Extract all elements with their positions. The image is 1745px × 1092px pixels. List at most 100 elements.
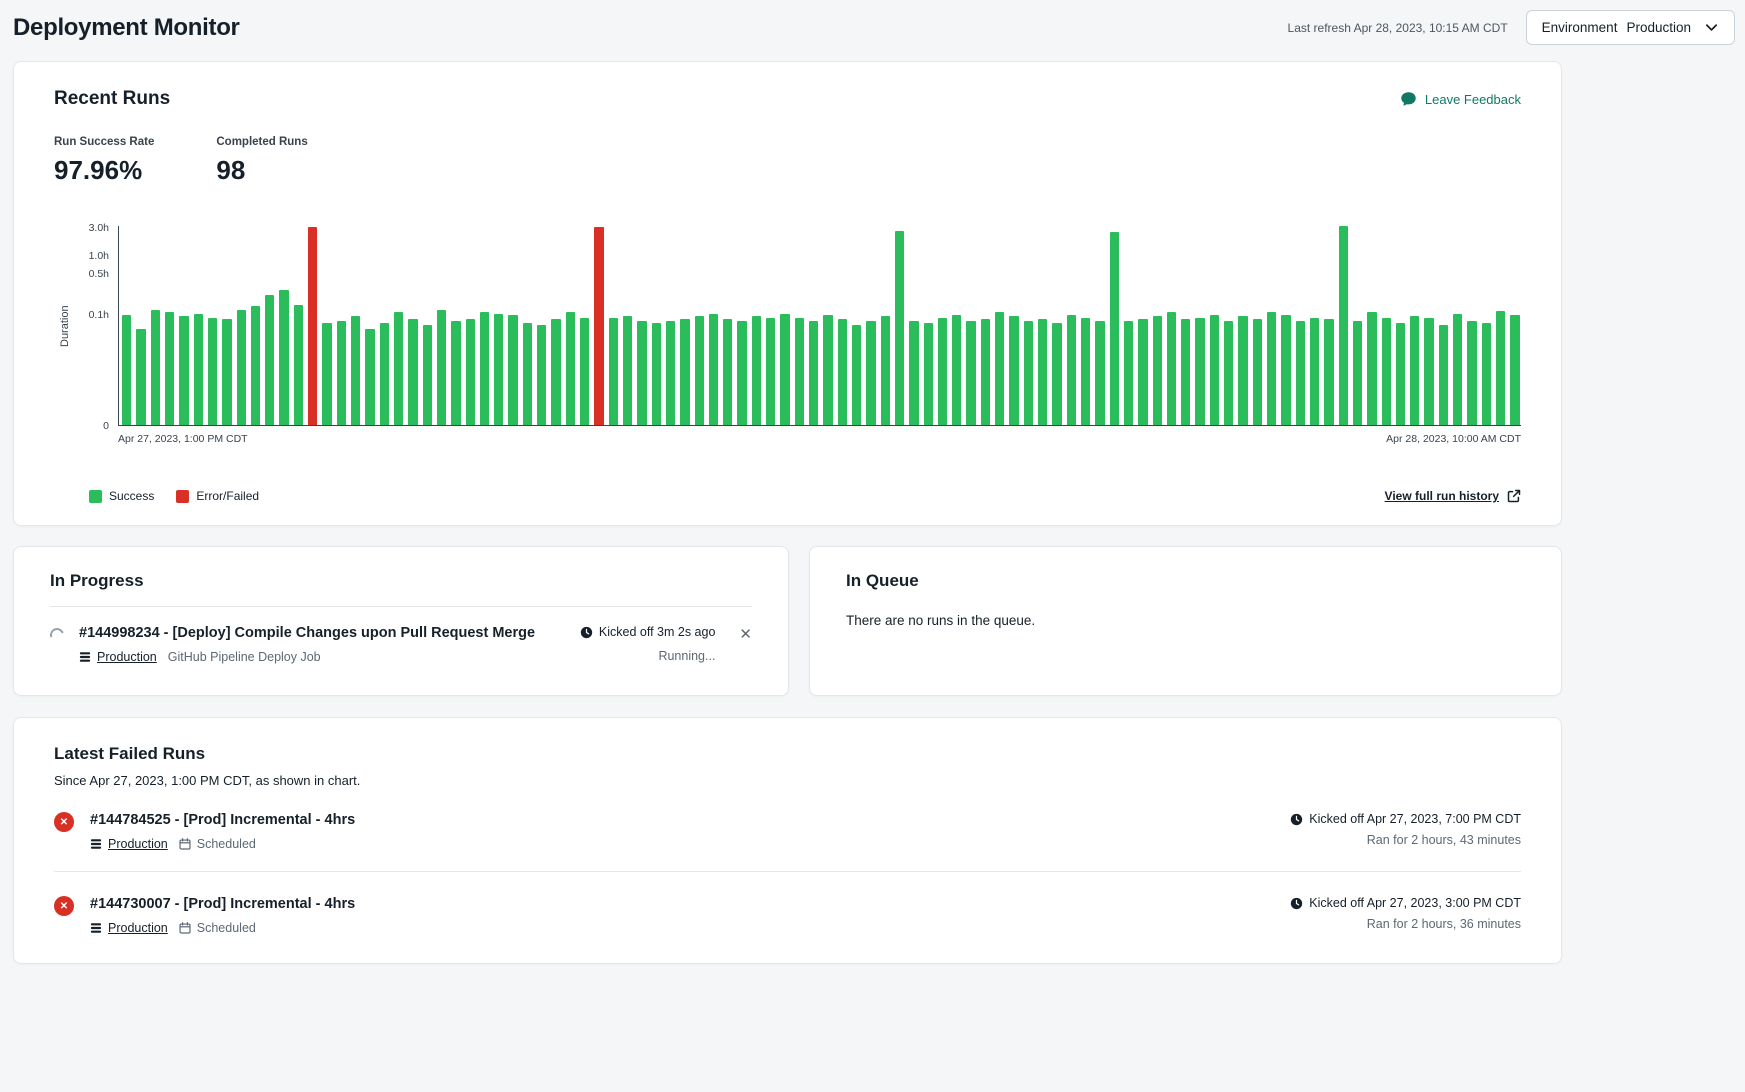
run-bar-success[interactable] <box>179 316 188 425</box>
run-bar-success[interactable] <box>337 321 346 425</box>
run-bar-success[interactable] <box>723 319 732 425</box>
run-bar-success[interactable] <box>1138 319 1147 425</box>
run-bar-success[interactable] <box>423 325 432 426</box>
run-bar-success[interactable] <box>265 295 274 425</box>
run-bar-success[interactable] <box>136 329 145 425</box>
environment-link[interactable]: Production <box>90 921 168 935</box>
view-full-run-history-link[interactable]: View full run history <box>1385 489 1521 503</box>
run-bar-success[interactable] <box>365 329 374 425</box>
run-bar-success[interactable] <box>1095 321 1104 425</box>
run-bar-success[interactable] <box>580 318 589 425</box>
run-bar-success[interactable] <box>1496 311 1505 425</box>
run-bar-success[interactable] <box>1038 319 1047 425</box>
run-bar-success[interactable] <box>924 323 933 425</box>
run-bar-success[interactable] <box>1296 321 1305 425</box>
run-bar-success[interactable] <box>380 323 389 425</box>
run-bar-success[interactable] <box>165 312 174 425</box>
run-bar-success[interactable] <box>1009 316 1018 425</box>
environment-link[interactable]: Production <box>90 837 168 851</box>
run-bar-success[interactable] <box>1510 315 1519 425</box>
run-bar-success[interactable] <box>981 319 990 425</box>
run-bar-success[interactable] <box>780 314 789 425</box>
run-bar-success[interactable] <box>222 319 231 425</box>
run-bar-success[interactable] <box>237 310 246 425</box>
run-bar-success[interactable] <box>1153 316 1162 425</box>
environment-link[interactable]: Production <box>79 650 157 664</box>
run-bar-success[interactable] <box>1181 319 1190 425</box>
run-bar-success[interactable] <box>995 312 1004 425</box>
run-bar-success[interactable] <box>122 315 131 425</box>
run-bar-success[interactable] <box>1382 318 1391 425</box>
run-bar-success[interactable] <box>609 318 618 425</box>
run-bar-success[interactable] <box>1396 323 1405 425</box>
run-bar-success[interactable] <box>322 323 331 425</box>
run-bar-success[interactable] <box>838 319 847 425</box>
run-bar-success[interactable] <box>1253 319 1262 425</box>
run-bar-success[interactable] <box>1281 315 1290 425</box>
run-bar-success[interactable] <box>194 314 203 425</box>
run-bar-success[interactable] <box>408 319 417 425</box>
run-bar-success[interactable] <box>1195 318 1204 425</box>
run-bar-success[interactable] <box>1353 321 1362 425</box>
run-bar-success[interactable] <box>480 312 489 425</box>
run-bar-success[interactable] <box>1067 315 1076 425</box>
run-bar-success[interactable] <box>1310 318 1319 425</box>
run-bar-success[interactable] <box>623 316 632 425</box>
run-bar-success[interactable] <box>1224 321 1233 425</box>
run-bar-success[interactable] <box>1367 312 1376 425</box>
run-bar-success[interactable] <box>1439 325 1448 426</box>
run-bar-success[interactable] <box>251 306 260 425</box>
run-bar-success[interactable] <box>1110 232 1119 425</box>
run-bar-success[interactable] <box>451 321 460 425</box>
run-bar-success[interactable] <box>508 315 517 425</box>
run-bar-success[interactable] <box>666 321 675 425</box>
run-bar-success[interactable] <box>1410 316 1419 425</box>
run-bar-success[interactable] <box>652 323 661 425</box>
environment-selector[interactable]: Environment Production <box>1526 10 1735 45</box>
run-bar-success[interactable] <box>1267 312 1276 425</box>
run-bar-success[interactable] <box>437 310 446 425</box>
run-bar-success[interactable] <box>1453 314 1462 425</box>
run-bar-success[interactable] <box>1467 321 1476 425</box>
run-bar-success[interactable] <box>766 318 775 425</box>
run-bar-success[interactable] <box>852 325 861 426</box>
run-bar-success[interactable] <box>151 310 160 425</box>
run-bar-success[interactable] <box>551 319 560 425</box>
run-bar-success[interactable] <box>752 316 761 425</box>
run-bar-success[interactable] <box>809 321 818 425</box>
run-bar-success[interactable] <box>466 319 475 425</box>
run-bar-success[interactable] <box>866 321 875 425</box>
run-bar-success[interactable] <box>1024 321 1033 425</box>
run-bar-success[interactable] <box>695 316 704 425</box>
run-bar-success[interactable] <box>637 321 646 425</box>
run-bar-success[interactable] <box>279 290 288 425</box>
run-bar-success[interactable] <box>895 231 904 425</box>
run-bar-success[interactable] <box>294 305 303 425</box>
run-bar-success[interactable] <box>881 316 890 425</box>
run-bar-success[interactable] <box>709 314 718 425</box>
run-bar-error[interactable] <box>308 227 317 425</box>
run-bar-success[interactable] <box>823 315 832 425</box>
run-bar-success[interactable] <box>1238 316 1247 425</box>
run-bar-success[interactable] <box>966 321 975 425</box>
run-bar-success[interactable] <box>1324 319 1333 425</box>
run-bar-success[interactable] <box>1167 312 1176 425</box>
run-bar-success[interactable] <box>938 318 947 425</box>
run-bar-success[interactable] <box>909 321 918 425</box>
run-bar-success[interactable] <box>737 321 746 425</box>
leave-feedback-link[interactable]: Leave Feedback <box>1400 91 1521 108</box>
run-bar-error[interactable] <box>594 227 603 425</box>
run-bar-success[interactable] <box>1124 321 1133 425</box>
run-bar-success[interactable] <box>394 312 403 425</box>
run-bar-success[interactable] <box>680 319 689 425</box>
run-bar-success[interactable] <box>1210 315 1219 425</box>
run-bar-success[interactable] <box>351 316 360 425</box>
run-bar-success[interactable] <box>494 314 503 425</box>
run-bar-success[interactable] <box>1339 226 1348 425</box>
run-bar-success[interactable] <box>1482 323 1491 425</box>
run-bar-success[interactable] <box>952 315 961 425</box>
run-bar-success[interactable] <box>1081 318 1090 425</box>
run-bar-success[interactable] <box>566 312 575 425</box>
run-bar-success[interactable] <box>795 318 804 425</box>
run-bar-success[interactable] <box>1424 318 1433 425</box>
